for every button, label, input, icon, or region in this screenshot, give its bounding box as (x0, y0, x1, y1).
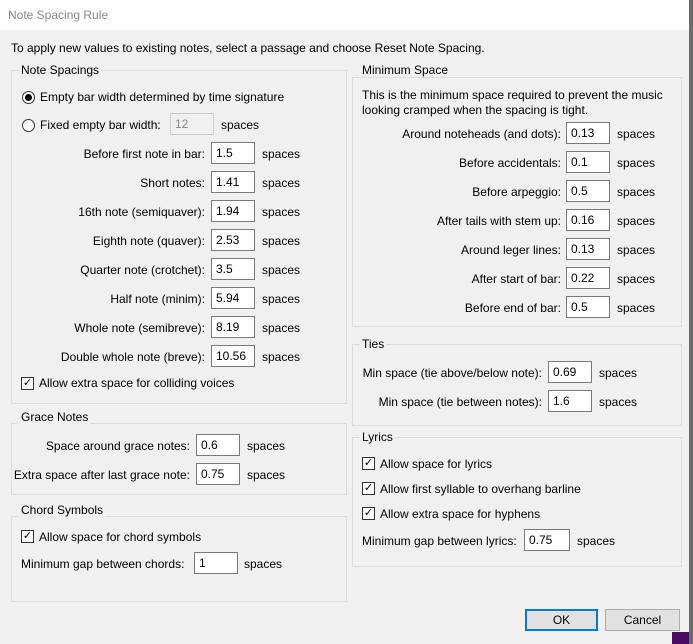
lyrics-title: Lyrics (360, 430, 395, 444)
minimum-space-row-input[interactable]: 0.1 (566, 151, 610, 173)
min-gap-chords-unit: spaces (244, 557, 283, 571)
note-spacing-row-unit: spaces (262, 263, 301, 277)
minimum-space-row-label: Before end of bar: (464, 301, 561, 315)
grace-note-row-unit: spaces (247, 439, 286, 453)
window-title: Note Spacing Rule (8, 8, 109, 22)
tie-row-input[interactable]: 1.6 (548, 390, 592, 412)
note-spacing-row-unit: spaces (262, 205, 301, 219)
minimum-space-row-label: Before arpeggio: (472, 185, 561, 199)
note-spacing-row-input[interactable]: 5.94 (211, 287, 255, 309)
allow-colliding-voices-checkbox[interactable]: ✓ (21, 377, 34, 390)
minimum-space-row-input[interactable]: 0.16 (566, 209, 610, 231)
grace-notes-group (11, 423, 347, 495)
fixed-width-input[interactable]: 12 (170, 113, 214, 135)
note-spacing-row-input[interactable]: 3.5 (211, 258, 255, 280)
note-spacing-row-label: Short notes: (140, 176, 205, 190)
min-gap-lyrics-label: Minimum gap between lyrics: (362, 534, 517, 548)
note-spacing-row-unit: spaces (262, 350, 301, 364)
minimum-space-row-unit: spaces (617, 156, 656, 170)
note-spacing-row-label: Whole note (semibreve): (74, 321, 205, 335)
note-spacing-row-unit: spaces (262, 321, 301, 335)
note-spacing-row-unit: spaces (262, 147, 301, 161)
minimum-space-row-label: After start of bar: (471, 272, 561, 286)
fixed-width-unit: spaces (221, 118, 260, 132)
note-spacing-row-label: Eighth note (quaver): (92, 234, 205, 248)
allow-overhang-checkbox[interactable]: ✓ (362, 482, 375, 495)
minimum-space-row-unit: spaces (617, 185, 656, 199)
tie-row-unit: spaces (599, 366, 638, 380)
allow-hyphens-label[interactable]: Allow extra space for hyphens (380, 507, 540, 521)
minimum-space-row-input[interactable]: 0.13 (566, 238, 610, 260)
time-signature-radio-label[interactable]: Empty bar width determined by time signa… (40, 90, 284, 104)
minimum-space-row-input[interactable]: 0.22 (566, 267, 610, 289)
minimum-space-row-input[interactable]: 0.5 (566, 180, 610, 202)
minimum-space-description-line1: This is the minimum space required to pr… (362, 88, 663, 102)
note-spacing-row-input[interactable]: 2.53 (211, 229, 255, 251)
allow-overhang-label[interactable]: Allow first syllable to overhang barline (380, 482, 581, 496)
tie-row-unit: spaces (599, 395, 638, 409)
minimum-space-row-input[interactable]: 0.13 (566, 122, 610, 144)
minimum-space-row-label: Before accidentals: (458, 156, 561, 170)
minimum-space-row-input[interactable]: 0.5 (566, 296, 610, 318)
minimum-space-row-label: Around noteheads (and dots): (402, 127, 561, 141)
note-spacing-row-unit: spaces (262, 292, 301, 306)
note-spacing-row-input[interactable]: 8.19 (211, 316, 255, 338)
min-gap-chords-input[interactable]: 1 (194, 552, 238, 574)
note-spacing-row-input[interactable]: 1.94 (211, 200, 255, 222)
note-spacing-row-label: 16th note (semiquaver): (78, 205, 205, 219)
minimum-space-description-line2: looking cramped when the spacing is tigh… (362, 103, 589, 117)
note-spacing-row-label: Quarter note (crotchet): (80, 263, 205, 277)
window-edge (689, 0, 693, 644)
note-spacing-row-input[interactable]: 1.5 (211, 142, 255, 164)
min-gap-lyrics-unit: spaces (577, 534, 616, 548)
minimum-space-row-label: After tails with stem up: (436, 214, 561, 228)
note-spacing-row-input[interactable]: 1.41 (211, 171, 255, 193)
allow-chord-symbols-checkbox[interactable]: ✓ (21, 530, 34, 543)
grace-note-row-label: Space around grace notes: (45, 439, 190, 453)
background-strip (672, 632, 689, 644)
time-signature-radio[interactable] (22, 91, 35, 104)
tie-row-label: Min space (tie above/below note): (362, 366, 542, 380)
grace-notes-title: Grace Notes (19, 410, 91, 424)
note-spacings-title: Note Spacings (19, 63, 102, 77)
cancel-button[interactable]: Cancel (605, 609, 680, 631)
tie-row-label: Min space (tie between notes): (378, 395, 542, 409)
intro-text: To apply new values to existing notes, s… (11, 41, 485, 55)
note-spacing-row-label: Before first note in bar: (83, 147, 205, 161)
grace-note-row-unit: spaces (247, 468, 286, 482)
minimum-space-row-unit: spaces (617, 127, 656, 141)
note-spacing-row-label: Double whole note (breve): (60, 350, 205, 364)
minimum-space-row-unit: spaces (617, 243, 656, 257)
allow-lyrics-checkbox[interactable]: ✓ (362, 457, 375, 470)
note-spacing-row-unit: spaces (262, 176, 301, 190)
grace-note-row-input[interactable]: 0.75 (196, 463, 240, 485)
allow-colliding-voices-label[interactable]: Allow extra space for colliding voices (39, 376, 234, 390)
min-gap-lyrics-input[interactable]: 0.75 (524, 529, 570, 551)
grace-note-row-label: Extra space after last grace note: (13, 468, 190, 482)
allow-lyrics-label[interactable]: Allow space for lyrics (380, 457, 492, 471)
tie-row-input[interactable]: 0.69 (548, 361, 592, 383)
min-gap-chords-label: Minimum gap between chords: (21, 557, 185, 571)
minimum-space-row-label: Around leger lines: (460, 243, 561, 257)
note-spacing-row-label: Half note (minim): (110, 292, 205, 306)
note-spacing-row-input[interactable]: 10.56 (211, 345, 255, 367)
grace-note-row-input[interactable]: 0.6 (196, 434, 240, 456)
minimum-space-title: Minimum Space (360, 63, 451, 77)
fixed-width-radio-label[interactable]: Fixed empty bar width: (40, 118, 161, 132)
ties-group (352, 344, 682, 426)
fixed-width-radio[interactable] (22, 119, 35, 132)
minimum-space-row-unit: spaces (617, 301, 656, 315)
minimum-space-row-unit: spaces (617, 214, 656, 228)
allow-chord-symbols-label[interactable]: Allow space for chord symbols (39, 530, 201, 544)
allow-hyphens-checkbox[interactable]: ✓ (362, 507, 375, 520)
ties-title: Ties (360, 337, 387, 351)
ok-button[interactable]: OK (525, 609, 598, 631)
radio-selected-dot (25, 94, 32, 101)
title-bar: Note Spacing Rule (0, 0, 693, 30)
chord-symbols-title: Chord Symbols (19, 503, 106, 517)
minimum-space-row-unit: spaces (617, 272, 656, 286)
note-spacing-row-unit: spaces (262, 234, 301, 248)
